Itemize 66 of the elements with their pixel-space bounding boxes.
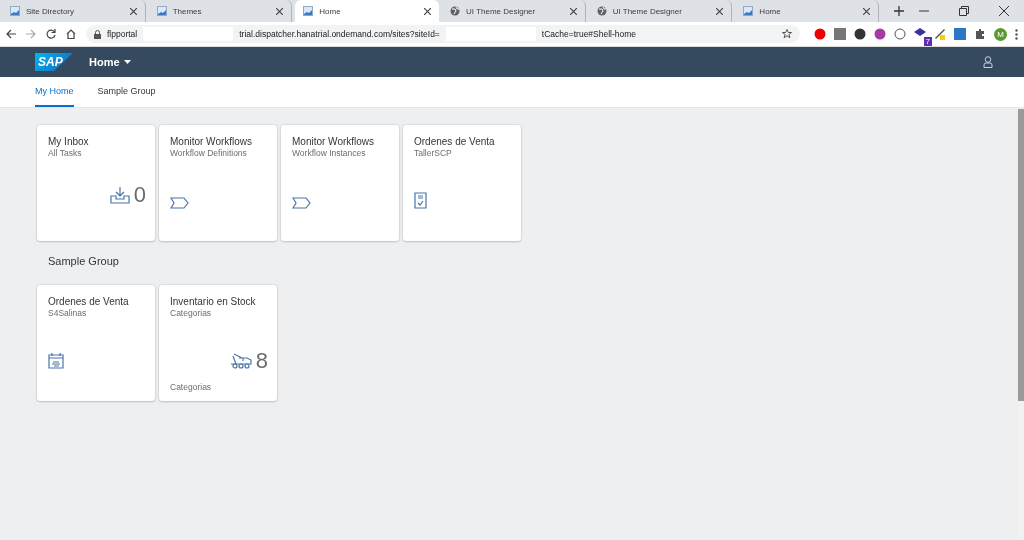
close-icon[interactable] <box>569 7 577 15</box>
app-tile[interactable]: Inventario en Stock Categorias 8 Categorias <box>159 285 277 401</box>
tile-subtitle: Categorias <box>170 308 213 318</box>
puzzle-icon[interactable] <box>974 28 986 40</box>
page-icon <box>10 6 20 16</box>
url-text: tCache=true#Shell-home <box>541 29 637 39</box>
user-icon[interactable] <box>983 56 993 68</box>
tag-icon <box>170 197 189 209</box>
home-icon[interactable] <box>66 29 76 39</box>
tile-subtitle: All Tasks <box>48 148 83 158</box>
page-icon <box>303 6 314 16</box>
reload-icon[interactable] <box>46 29 56 39</box>
extension-icon[interactable] <box>874 28 886 40</box>
close-icon[interactable] <box>716 7 724 15</box>
sap-logo[interactable]: SAP <box>35 53 73 71</box>
tile-title: Ordenes de Venta <box>414 136 496 147</box>
globe-icon <box>596 6 607 16</box>
close-icon[interactable] <box>129 7 137 15</box>
close-icon[interactable] <box>424 7 431 15</box>
tag-icon <box>292 197 311 209</box>
globe-icon <box>450 6 460 16</box>
tile-count: 0 <box>133 182 146 208</box>
group-title: Sample Group <box>47 254 120 269</box>
back-icon[interactable] <box>6 29 16 39</box>
restore-icon[interactable] <box>959 6 969 16</box>
close-icon[interactable] <box>276 7 284 15</box>
tile-title: Monitor Workflows <box>292 136 376 147</box>
scrollbar[interactable] <box>1018 108 1024 540</box>
tile-title: Ordenes de Venta <box>48 296 130 307</box>
tile-title: Inventario en Stock <box>170 296 257 307</box>
page-icon <box>156 6 167 16</box>
close-icon[interactable] <box>863 7 871 15</box>
extension-icon[interactable] <box>854 28 866 40</box>
tile-title: Monitor Workflows <box>170 136 254 147</box>
tile-footer: Categorias <box>170 382 266 392</box>
app-tile[interactable]: Monitor Workflows Workflow Definitions <box>159 125 277 241</box>
caret-icon <box>123 60 131 64</box>
star-icon[interactable] <box>782 29 792 39</box>
app-tile[interactable]: Ordenes de Venta S4Salinas <box>37 285 155 401</box>
url-text: flpportal <box>107 29 138 39</box>
tile-count: 8 <box>255 348 268 374</box>
tile-subtitle: Workflow Definitions <box>170 148 248 158</box>
lock-icon <box>94 29 101 39</box>
browser-tab[interactable]: Home <box>295 0 439 22</box>
tile-title: My Inbox <box>48 136 90 147</box>
url-text: trial.dispatcher.hanatrial.ondemand.com/sites?siteId= <box>239 29 440 39</box>
page-icon <box>743 6 754 16</box>
tile-subtitle: Workflow Instances <box>292 148 367 158</box>
inbox-download-icon <box>109 186 130 204</box>
app-tile[interactable]: My Inbox All Tasks 0 <box>37 125 155 241</box>
document-check-icon <box>414 192 427 209</box>
eyedropper-icon[interactable] <box>934 28 946 40</box>
app-title-menu[interactable]: Home <box>89 56 131 68</box>
tile-subtitle: S4Salinas <box>48 308 88 318</box>
app-tile[interactable]: Ordenes de Venta TallerSCP <box>403 125 521 241</box>
tile-subtitle: TallerSCP <box>414 148 453 158</box>
app-tile[interactable]: Monitor Workflows Workflow Instances <box>281 125 399 241</box>
group-tab[interactable]: My Home <box>35 77 74 107</box>
calendar-list-icon <box>48 352 64 369</box>
new-tab-icon[interactable] <box>894 6 904 16</box>
truck-icon <box>229 353 252 369</box>
menu-icon[interactable] <box>1015 28 1018 40</box>
group-tab[interactable]: Sample Group <box>97 77 156 107</box>
close-icon[interactable] <box>999 6 1009 16</box>
address-field[interactable]: flpportal trial.dispatcher.hanatrial.ondemand.com/sites?siteId= tCache=true#Shell-home <box>86 25 800 43</box>
extension-badge: 7 <box>923 37 932 46</box>
